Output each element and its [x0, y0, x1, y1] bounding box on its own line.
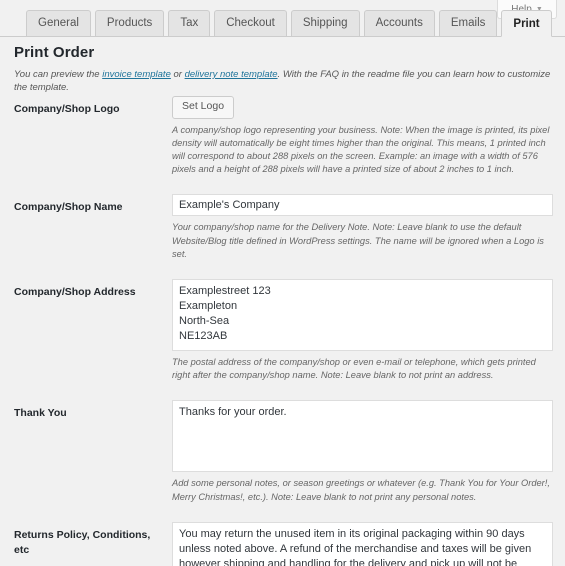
- label-returns-policy: Returns Policy, Conditions, etc: [14, 528, 151, 556]
- description-company-shop-address: The postal address of the company/shop o…: [172, 356, 536, 381]
- row-spacer: [0, 504, 565, 522]
- tab-shipping[interactable]: Shipping: [290, 10, 360, 36]
- field-company-shop-name: Your company/shop name for the Delivery …: [172, 194, 565, 261]
- form-row-returns-policy: Returns Policy, Conditions, etc You may …: [0, 521, 565, 566]
- label-company-shop-name: Company/Shop Name: [14, 201, 123, 214]
- tab-print[interactable]: Print: [501, 10, 552, 37]
- intro-middle: or: [170, 69, 185, 80]
- returns-policy-textarea[interactable]: You may return the unused item in its or…: [172, 521, 553, 566]
- field-thank-you: Thanks for your order. Add some personal…: [172, 400, 565, 503]
- print-settings-form: Company/Shop Logo Set Logo A company/sho…: [0, 96, 565, 566]
- company-shop-name-input[interactable]: [172, 194, 553, 217]
- print-settings-page: Help ▼ General Products Tax Checkout Shi…: [0, 0, 565, 566]
- invoice-template-link[interactable]: invoice template: [102, 69, 171, 80]
- form-row-thank-you: Thank You Thanks for your order. Add som…: [0, 400, 565, 503]
- row-spacer: [0, 382, 565, 400]
- page-title: Print Order: [14, 44, 95, 61]
- description-thank-you: Add some personal notes, or season greet…: [172, 478, 550, 502]
- field-company-shop-address: Examplestreet 123 Exampleton North-Sea N…: [172, 278, 565, 382]
- settings-tab-bar: General Products Tax Checkout Shipping A…: [0, 10, 565, 37]
- label-company-shop-address: Company/Shop Address: [14, 285, 136, 298]
- label-thank-you: Thank You: [14, 407, 67, 420]
- field-company-shop-logo: Set Logo A company/shop logo representin…: [172, 96, 565, 176]
- company-shop-address-textarea[interactable]: Examplestreet 123 Exampleton North-Sea N…: [172, 278, 553, 351]
- intro-paragraph: You can preview the invoice template or …: [14, 69, 559, 95]
- tab-products[interactable]: Products: [94, 10, 165, 36]
- delivery-note-template-link[interactable]: delivery note template: [185, 69, 278, 80]
- form-row-company-name: Company/Shop Name Your company/shop name…: [0, 194, 565, 261]
- row-spacer: [0, 176, 565, 194]
- tab-checkout[interactable]: Checkout: [214, 10, 287, 36]
- tab-general[interactable]: General: [26, 10, 91, 36]
- label-company-shop-logo: Company/Shop Logo: [14, 103, 120, 115]
- thank-you-textarea[interactable]: Thanks for your order.: [172, 400, 553, 473]
- description-company-shop-name: Your company/shop name for the Delivery …: [172, 222, 544, 259]
- description-company-shop-logo: A company/shop logo representing your bu…: [172, 124, 550, 175]
- set-logo-button[interactable]: Set Logo: [172, 96, 235, 119]
- form-row-logo: Company/Shop Logo Set Logo A company/sho…: [0, 96, 565, 176]
- field-returns-policy: You may return the unused item in its or…: [172, 521, 565, 566]
- intro-prefix: You can preview the: [14, 69, 103, 80]
- tab-tax[interactable]: Tax: [168, 10, 211, 36]
- row-spacer: [0, 261, 565, 279]
- form-row-company-address: Company/Shop Address Examplestreet 123 E…: [0, 278, 565, 382]
- tab-accounts[interactable]: Accounts: [363, 10, 435, 36]
- tab-emails[interactable]: Emails: [438, 10, 498, 36]
